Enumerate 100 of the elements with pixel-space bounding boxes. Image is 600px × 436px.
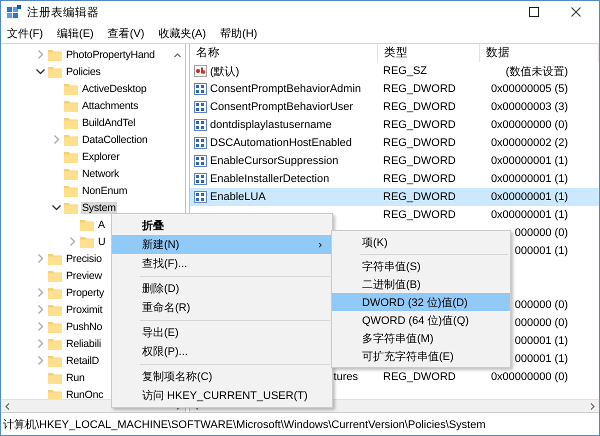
value-type: REG_DWORD — [382, 83, 456, 95]
tree-item[interactable]: Property — [65, 286, 106, 298]
submenu-item[interactable]: 项(K) — [332, 233, 510, 251]
value-type: REG_DWORD — [382, 155, 456, 167]
context-menu-item[interactable]: 查找(F)... — [112, 254, 332, 273]
folder-icon — [64, 116, 78, 128]
column-header[interactable]: 类型 — [378, 44, 480, 62]
tree-item[interactable]: U — [97, 236, 106, 248]
selected-row[interactable]: EnableLUA REG_DWORD 0x00000001 (1) — [190, 188, 599, 206]
value-type: REG_DWORD — [382, 101, 456, 113]
binary-value-icon — [194, 191, 207, 203]
context-menu-item[interactable]: 导出(E) — [112, 323, 332, 342]
tree-item[interactable]: ActiveDesktop — [81, 82, 148, 94]
value-data: 0x00000001 (1) — [490, 173, 568, 185]
folder-icon — [64, 100, 78, 112]
scroll-up-icon[interactable] — [174, 52, 181, 59]
window-title: 注册表编辑器 — [27, 5, 99, 20]
binary-value-icon — [194, 119, 207, 131]
tree-item[interactable]: Reliabili — [65, 338, 102, 350]
scroll-right-icon[interactable] — [589, 402, 596, 410]
tree-item[interactable]: A — [97, 218, 106, 230]
tree-item[interactable]: Policies — [65, 66, 102, 78]
menu-bar-item[interactable]: 收藏夹(A) — [156, 26, 208, 40]
value-data: 000001 (1) — [514, 353, 568, 365]
menu-bar-item[interactable]: 文件(F) — [5, 26, 46, 40]
value-type: REG_DWORD — [382, 209, 456, 221]
context-menu-item[interactable]: 新建(N) › — [112, 235, 332, 254]
context-menu-item[interactable]: 删除(D) — [112, 279, 332, 298]
menu-bar-item[interactable]: 帮助(H) — [218, 26, 260, 40]
value-data: 0x00000002 (2) — [490, 137, 568, 149]
value-type: REG_DWORD — [382, 191, 456, 203]
value-data: 000000 (0) — [514, 299, 568, 311]
tree-item[interactable]: Proximit — [65, 304, 104, 316]
column-header[interactable]: 数据 — [480, 44, 599, 62]
submenu-item[interactable]: 多字符串值(M) — [332, 329, 510, 347]
tree-item[interactable]: Preview — [65, 270, 103, 282]
status-path: 计算机\HKEY_LOCAL_MACHINE\SOFTWARE\Microsoft\Windows\CurrentVersion\Policies\System — [3, 418, 486, 432]
tree-item[interactable]: RetailD — [65, 354, 100, 366]
binary-value-icon — [194, 137, 207, 149]
menu-bar-item[interactable]: 编辑(E) — [55, 26, 96, 40]
column-header[interactable]: 名称 — [190, 44, 378, 62]
folder-icon — [48, 354, 62, 366]
value-data: 0x00000001 (1) — [490, 191, 568, 203]
value-data: (数值未设置) — [506, 64, 568, 78]
submenu-item[interactable]: QWORD (64 位)值(Q) — [332, 311, 510, 329]
value-type: REG_DWORD — [382, 173, 456, 185]
value-type: REG_DWORD — [382, 119, 456, 131]
submenu-item[interactable]: 二进制值(B) — [332, 275, 510, 293]
value-data: 000001 (1) — [514, 335, 568, 347]
value-data: 000000 (0) — [514, 227, 568, 239]
folder-icon — [48, 270, 62, 282]
value-name: EnableCursorSuppression — [210, 155, 338, 167]
value-name: tures — [334, 371, 358, 383]
tree-item[interactable]: Network — [81, 168, 120, 180]
value-name: ConsentPromptBehaviorUser — [210, 101, 354, 113]
folder-icon — [64, 168, 78, 180]
folder-icon — [48, 320, 62, 332]
value-type: REG_DWORD — [382, 137, 456, 149]
tree-item[interactable]: Run — [65, 372, 86, 384]
tree-item[interactable]: BuildAndTel — [81, 116, 136, 128]
tree-item[interactable]: DataCollection — [81, 134, 148, 146]
context-menu-item[interactable]: 重命名(R) — [112, 298, 332, 317]
folder-icon — [64, 202, 78, 214]
folder-icon — [48, 48, 62, 60]
folder-icon — [48, 66, 62, 78]
value-name: ConsentPromptBehaviorAdmin — [210, 83, 362, 95]
tree-item[interactable]: PhotoPropertyHand — [65, 48, 156, 60]
folder-icon — [48, 372, 62, 384]
tree-item[interactable]: Attachments — [81, 100, 140, 112]
tree-item[interactable]: Explorer — [81, 150, 120, 162]
registry-app-icon — [7, 5, 21, 19]
maximize-icon[interactable] — [529, 7, 539, 17]
tree-item[interactable]: System — [81, 202, 117, 214]
value-name: EnableInstallerDetection — [210, 173, 330, 185]
value-name: dontdisplaylastusername — [210, 119, 332, 131]
menu-bar-item[interactable]: 查看(V) — [106, 26, 146, 40]
close-icon[interactable] — [571, 7, 581, 17]
folder-icon — [64, 82, 78, 94]
folder-icon — [48, 252, 62, 264]
context-menu-item[interactable]: 折叠 — [112, 216, 332, 235]
folder-icon — [48, 388, 62, 399]
binary-value-icon — [194, 101, 207, 113]
value-data: 0x00000000 (0) — [490, 371, 568, 383]
value-type: REG_DWORD — [382, 371, 456, 383]
context-menu-item[interactable]: 复制项名称(C) — [112, 367, 332, 386]
scroll-left-icon[interactable] — [4, 402, 11, 410]
folder-icon — [48, 304, 62, 316]
value-type: REG_SZ — [382, 65, 428, 77]
tree-item[interactable]: Precisio — [65, 252, 103, 264]
value-data: 0x00000001 (1) — [490, 155, 568, 167]
value-data: 0x00000000 (0) — [490, 119, 568, 131]
submenu-item[interactable]: 字符串值(S) — [332, 257, 510, 275]
value-name: (默认) — [210, 64, 240, 78]
submenu-item[interactable]: DWORD (32 位)值(D) — [332, 293, 510, 311]
tree-item[interactable]: RunOnc — [65, 388, 104, 399]
tree-item[interactable]: NonEnum — [81, 184, 128, 196]
tree-item[interactable]: PushNo — [65, 320, 104, 332]
context-menu-item[interactable]: 访问 HKEY_CURRENT_USER(T) — [112, 386, 332, 405]
submenu-item[interactable]: 可扩充字符串值(E) — [332, 347, 510, 365]
context-menu-item[interactable]: 权限(P)... — [112, 342, 332, 361]
